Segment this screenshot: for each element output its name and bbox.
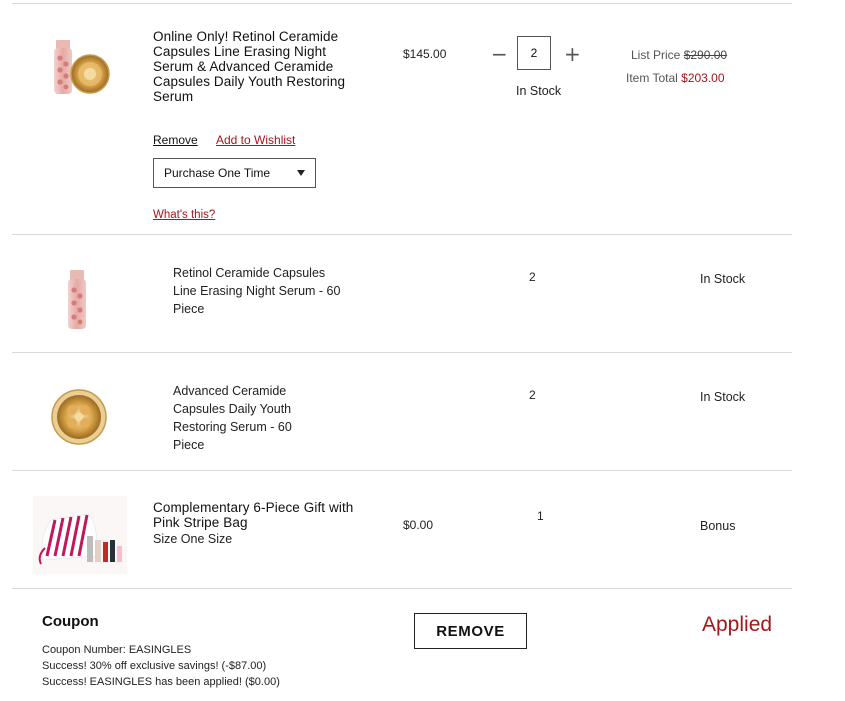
quantity-value: 2 xyxy=(529,270,536,284)
product-image-gift-bag xyxy=(33,496,127,574)
divider xyxy=(12,234,792,235)
list-price-value: $290.00 xyxy=(683,48,728,62)
caret-down-icon xyxy=(297,170,305,176)
coupon-messages: Coupon Number: EASINGLES Success! 30% of… xyxy=(42,642,280,690)
list-price: List Price $290.00 xyxy=(631,48,727,62)
remove-link[interactable]: Remove xyxy=(153,133,198,147)
item-total-label: Item Total xyxy=(626,71,678,85)
product-name[interactable]: Retinol Ceramide Capsules Line Erasing N… xyxy=(173,264,345,318)
remove-coupon-button[interactable]: REMOVE xyxy=(414,613,527,649)
purchase-option-select[interactable]: Purchase One Time xyxy=(153,158,316,188)
quantity-value: 1 xyxy=(537,509,544,523)
product-image-night-serum xyxy=(68,270,86,329)
product-name[interactable]: Online Only! Retinol Ceramide Capsules L… xyxy=(153,29,353,104)
add-to-wishlist-link[interactable]: Add to Wishlist xyxy=(216,133,295,147)
coupon-savings-message: Success! 30% off exclusive savings! (-$8… xyxy=(42,660,267,672)
divider xyxy=(12,352,792,353)
unit-price: $145.00 xyxy=(403,47,447,61)
coupon-applied-message: Success! EASINGLES has been applied! ($0… xyxy=(42,676,280,688)
product-image-day-serum xyxy=(51,389,107,445)
product-image-bundle xyxy=(54,40,110,94)
item-total: Item Total $203.00 xyxy=(626,71,725,85)
divider xyxy=(12,3,792,4)
whats-this-link[interactable]: What's this? xyxy=(153,209,215,221)
product-name[interactable]: Advanced Ceramide Capsules Daily Youth R… xyxy=(173,382,313,454)
product-name[interactable]: Complementary 6-Piece Gift with Pink Str… xyxy=(153,500,368,530)
coupon-number: Coupon Number: EASINGLES xyxy=(42,644,192,656)
coupon-status: Applied xyxy=(702,613,773,636)
unit-price: $0.00 xyxy=(403,518,434,532)
product-size: Size One Size xyxy=(153,532,233,546)
stock-status: In Stock xyxy=(700,390,746,404)
divider xyxy=(12,588,792,589)
coupon-heading: Coupon xyxy=(42,613,99,630)
increase-quantity-button[interactable]: + xyxy=(564,44,581,64)
bonus-status: Bonus xyxy=(700,519,736,533)
decrease-quantity-button[interactable]: − xyxy=(491,44,508,64)
purchase-option-value: Purchase One Time xyxy=(164,166,271,180)
item-total-value: $203.00 xyxy=(681,71,725,85)
list-price-label: List Price xyxy=(631,48,681,62)
quantity-value: 2 xyxy=(529,388,536,402)
stock-status: In Stock xyxy=(516,84,562,98)
stock-status: In Stock xyxy=(700,272,746,286)
divider xyxy=(12,470,792,471)
quantity-input[interactable]: 2 xyxy=(517,36,551,70)
